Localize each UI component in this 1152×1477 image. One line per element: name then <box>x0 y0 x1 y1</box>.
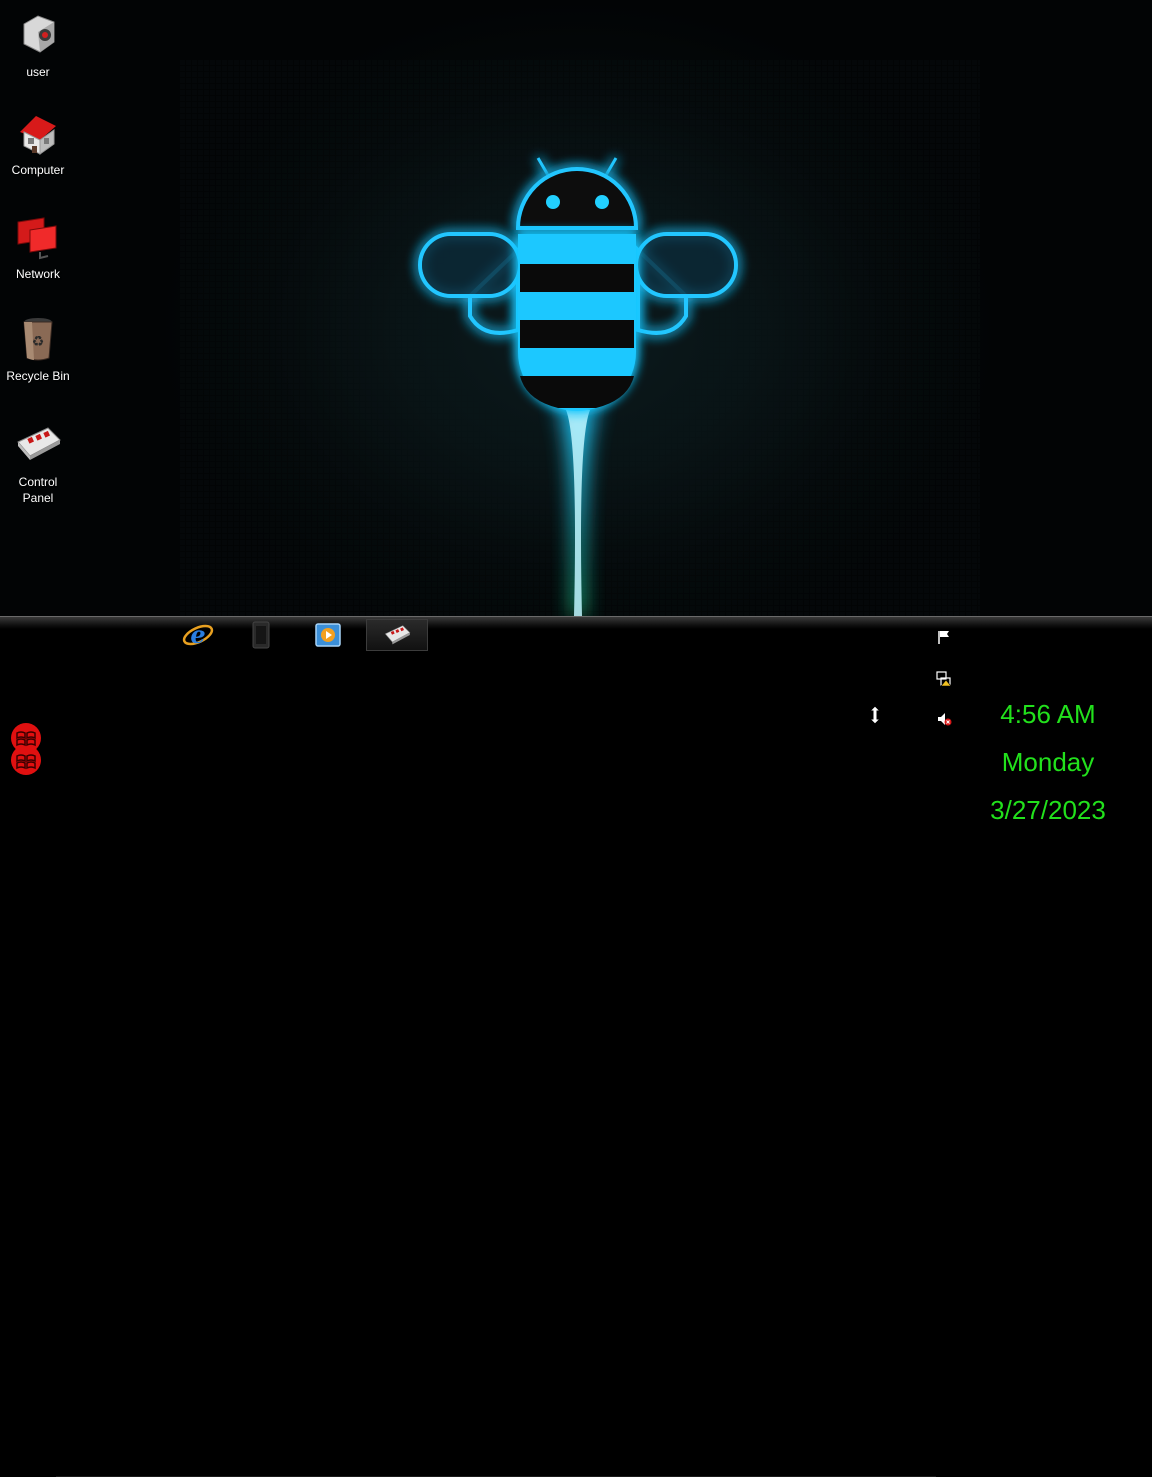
windows-logo-icon <box>11 723 41 775</box>
desktop-icon-label: Computer <box>11 163 65 177</box>
desktop-icon-label: user <box>26 65 50 79</box>
svg-text:♻: ♻ <box>32 334 45 350</box>
user-folder-icon <box>23 15 55 53</box>
speaker-muted-icon[interactable] <box>936 711 952 727</box>
resize-cursor-icon <box>868 705 882 725</box>
media-player-icon <box>315 623 341 647</box>
flag-icon[interactable] <box>936 629 952 645</box>
taskbar-control-panel-button[interactable] <box>366 619 428 651</box>
internet-explorer-icon: e <box>182 620 214 649</box>
desktop-icon-computer[interactable]: Computer <box>0 108 76 178</box>
desktop-icon-network[interactable]: Network <box>0 212 76 282</box>
start-button[interactable] <box>8 722 44 776</box>
taskbar-media-player-button[interactable] <box>298 619 358 651</box>
desktop-icon-label: Recycle Bin <box>6 369 70 383</box>
svg-text:e: e <box>190 620 205 649</box>
desktop-icon-label: Network <box>15 267 60 281</box>
wallpaper-bee-art <box>180 60 980 616</box>
desktop-icon-recycle-bin[interactable]: ♻ Recycle Bin <box>0 314 76 384</box>
taskbar-window-button[interactable] <box>230 619 290 651</box>
generic-window-icon <box>252 621 270 649</box>
desktop-icon-label: Control Panel <box>18 475 58 505</box>
taskbar-ie-button[interactable]: e <box>168 619 228 651</box>
network-icon <box>17 217 57 260</box>
computer-house-icon <box>20 116 56 155</box>
recycle-bin-icon: ♻ <box>23 318 53 361</box>
taskbar[interactable]: e 4:56 AM Monday 3/27/2023 <box>0 616 1152 1477</box>
clock-day[interactable]: Monday <box>968 747 1128 777</box>
control-panel-icon <box>17 427 61 460</box>
desktop[interactable]: user Computer Network ♻ Recycle Bin Cont… <box>0 0 1152 616</box>
control-panel-icon <box>384 625 411 645</box>
desktop-icon-control-panel[interactable]: Control Panel <box>0 420 76 506</box>
clock-date[interactable]: 3/27/2023 <box>968 795 1128 825</box>
desktop-icon-user[interactable]: user <box>0 10 76 80</box>
network-warning-icon[interactable] <box>936 671 952 687</box>
clock-time[interactable]: 4:56 AM <box>968 699 1128 729</box>
